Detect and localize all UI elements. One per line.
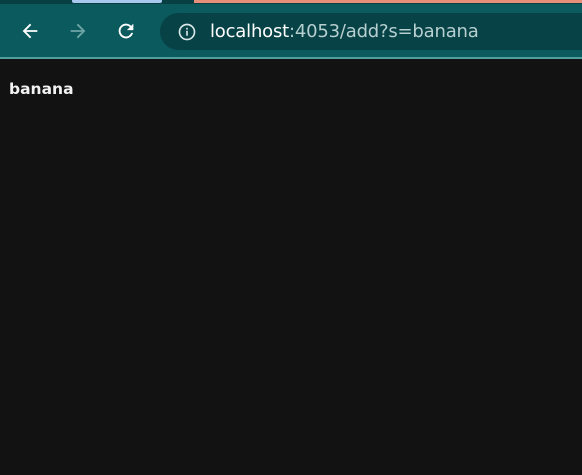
url-host: localhost <box>210 21 289 42</box>
active-tab-indicator[interactable] <box>72 0 162 3</box>
arrow-left-icon <box>22 23 38 39</box>
reload-button[interactable] <box>110 15 142 47</box>
info-icon[interactable] <box>176 21 198 43</box>
page-content-text: banana <box>9 80 74 98</box>
page-viewport: banana <box>0 59 582 475</box>
arrow-right-icon <box>70 23 86 39</box>
tab-strip-accent <box>194 0 582 3</box>
address-bar[interactable]: localhost:4053/add?s=banana <box>160 13 582 50</box>
browser-window: localhost:4053/add?s=banana banana <box>0 0 582 475</box>
browser-toolbar: localhost:4053/add?s=banana <box>0 4 582 57</box>
url-text[interactable]: localhost:4053/add?s=banana <box>210 21 479 42</box>
reload-icon <box>118 23 134 39</box>
forward-button[interactable] <box>62 15 94 47</box>
url-path: :4053/add?s=banana <box>289 21 479 42</box>
info-icon-glyph <box>178 23 196 40</box>
back-button[interactable] <box>14 15 46 47</box>
